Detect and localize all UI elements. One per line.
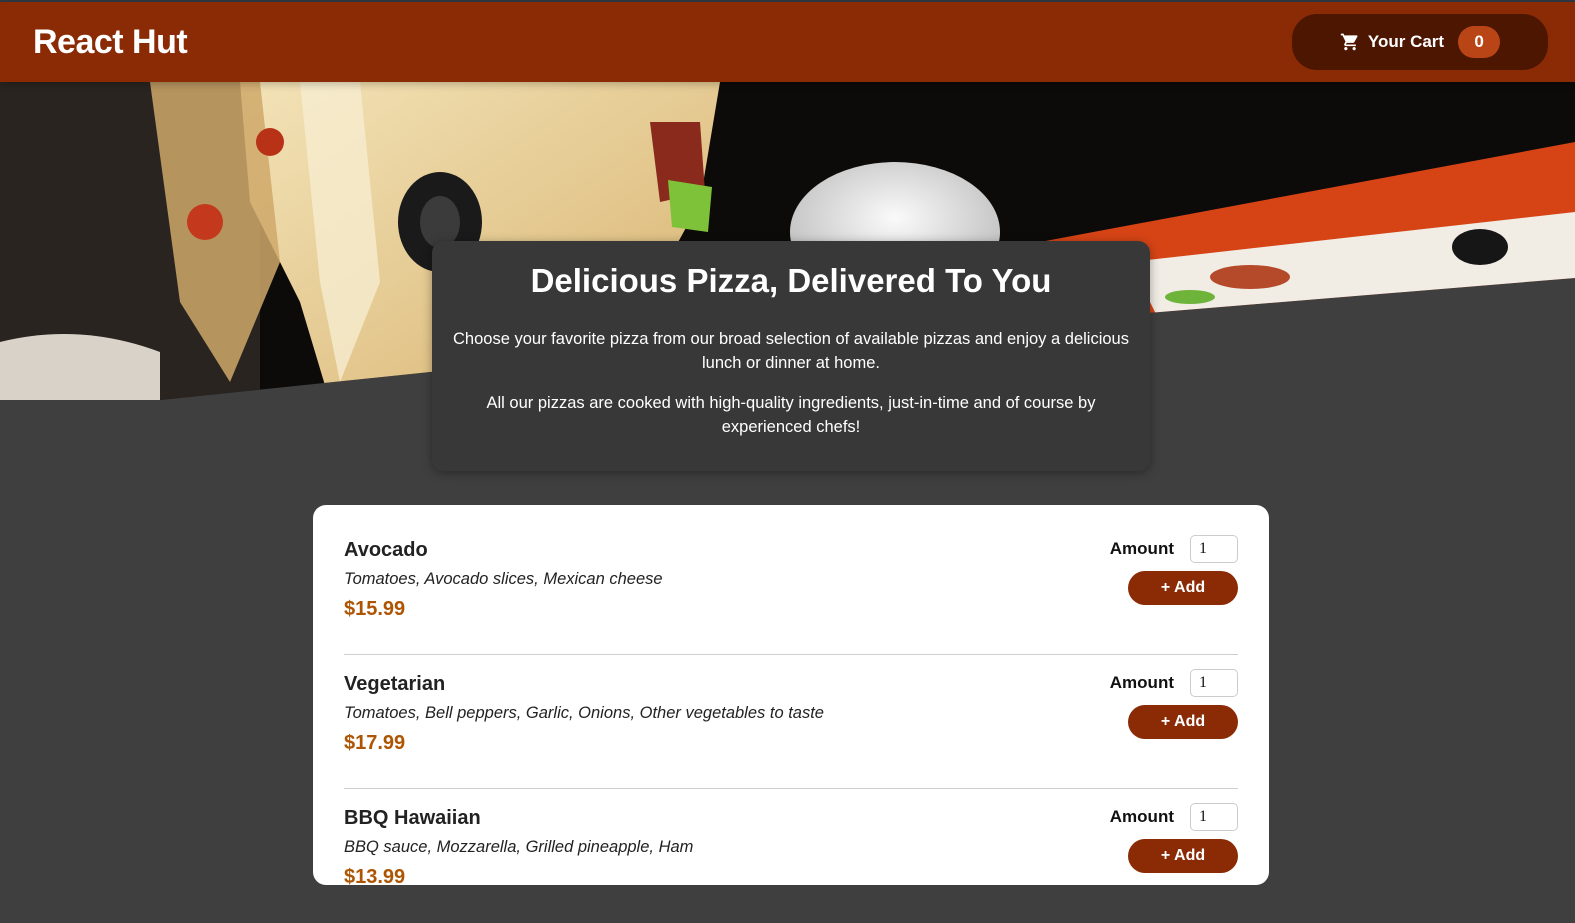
meal-form: Amount + Add: [1110, 803, 1238, 909]
meal-description: BBQ sauce, Mozzarella, Grilled pineapple…: [344, 838, 694, 856]
meal-name: Vegetarian: [344, 673, 446, 695]
amount-label: Amount: [1109, 673, 1174, 692]
app-header: React Hut Your Cart 0: [0, 2, 1575, 82]
add-button[interactable]: + Add: [1128, 705, 1238, 739]
amount-row: Amount: [1110, 803, 1238, 831]
meal-item: Avocado Tomatoes, Avocado slices, Mexica…: [344, 535, 1238, 655]
meal-info: Vegetarian Tomatoes, Bell peppers, Garli…: [344, 669, 824, 774]
meal-info: BBQ Hawaiian BBQ sauce, Mozzarella, Gril…: [344, 803, 693, 909]
meal-form: Amount + Add: [1110, 669, 1238, 774]
meal-info: Avocado Tomatoes, Avocado slices, Mexica…: [344, 535, 663, 640]
meal-description: Tomatoes, Avocado slices, Mexican cheese: [344, 570, 663, 588]
add-button[interactable]: + Add: [1128, 839, 1238, 873]
summary-card: Delicious Pizza, Delivered To You Choose…: [432, 241, 1150, 471]
amount-label: Amount: [1109, 539, 1174, 558]
cart-button[interactable]: Your Cart 0: [1292, 14, 1548, 70]
meal-price: $17.99: [344, 732, 406, 754]
cart-icon: [1340, 33, 1358, 51]
amount-row: Amount: [1110, 535, 1238, 563]
meal-item: Vegetarian Tomatoes, Bell peppers, Garli…: [344, 669, 1238, 789]
meal-form: Amount + Add: [1110, 535, 1238, 640]
meals-list: Avocado Tomatoes, Avocado slices, Mexica…: [313, 505, 1269, 888]
amount-label: Amount: [1109, 807, 1174, 826]
summary-paragraph: Choose your favorite pizza from our broa…: [453, 330, 1129, 372]
brand-title: React Hut: [33, 22, 188, 61]
meal-price: $13.99: [344, 866, 406, 888]
amount-row: Amount: [1110, 669, 1238, 697]
cart-label: Your Cart: [1367, 32, 1445, 51]
meal-price: $15.99: [344, 598, 406, 620]
meal-description: Tomatoes, Bell peppers, Garlic, Onions, …: [344, 704, 824, 722]
summary-paragraph: All our pizzas are cooked with high-qual…: [486, 394, 1096, 436]
amount-input[interactable]: [1190, 803, 1238, 831]
add-button[interactable]: + Add: [1128, 571, 1238, 605]
summary-title: Delicious Pizza, Delivered To You: [530, 262, 1052, 299]
meal-name: BBQ Hawaiian: [344, 807, 481, 829]
meal-name: Avocado: [344, 539, 428, 561]
amount-input[interactable]: [1190, 535, 1238, 563]
amount-input[interactable]: [1190, 669, 1238, 697]
cart-count-badge: 0: [1458, 26, 1501, 58]
meal-item: BBQ Hawaiian BBQ sauce, Mozzarella, Gril…: [344, 803, 1238, 923]
